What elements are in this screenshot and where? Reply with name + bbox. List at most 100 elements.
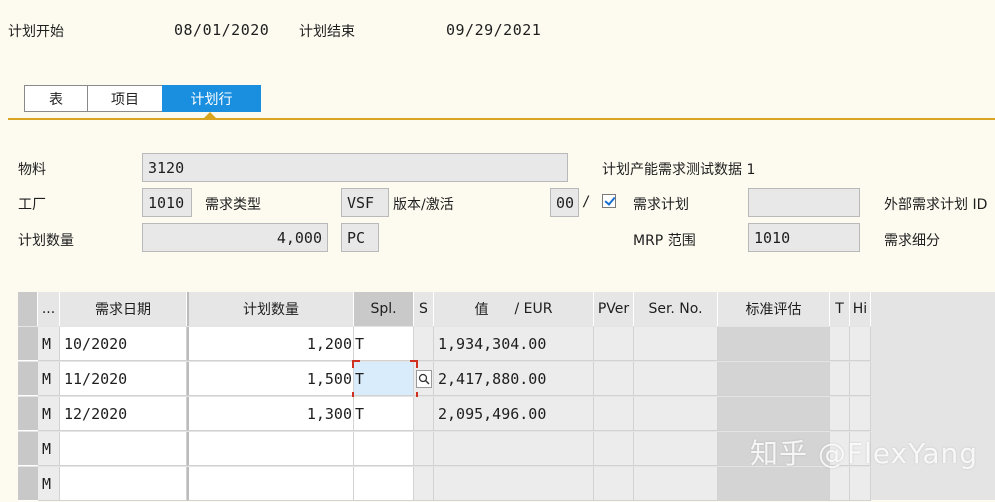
material-label: 物料 <box>18 162 46 178</box>
row-selector[interactable] <box>18 327 38 361</box>
req-date-cell[interactable]: 10/2020 <box>60 327 187 361</box>
column-header-currency: / EUR <box>514 301 553 317</box>
column-header-std-eval[interactable]: 标准评估 <box>718 292 830 326</box>
column-header-spl[interactable]: Spl. <box>354 292 414 326</box>
pver-cell <box>594 467 634 501</box>
t-cell <box>830 397 850 431</box>
plan-qty-cell[interactable]: 1,500 <box>187 362 354 396</box>
row-m-cell: M <box>38 432 60 466</box>
tab-strip: 表 项目 计划行 <box>24 85 261 112</box>
plan-qty-cell[interactable] <box>187 467 354 501</box>
value-cell <box>434 432 594 466</box>
row-selector[interactable] <box>18 467 38 501</box>
column-header-hi[interactable]: Hi <box>850 292 871 326</box>
plant-label: 工厂 <box>18 197 46 213</box>
column-header-req-date[interactable]: 需求日期 <box>60 292 187 326</box>
tab-items[interactable]: 项目 <box>87 85 162 112</box>
t-cell <box>830 327 850 361</box>
material-field[interactable]: 3120 <box>142 153 568 182</box>
req-date-cell[interactable]: 12/2020 <box>60 397 187 431</box>
serno-cell <box>634 467 718 501</box>
column-header-more[interactable]: ... <box>38 292 60 326</box>
t-cell <box>830 362 850 396</box>
version-field[interactable]: 00 <box>550 188 579 217</box>
std-eval-cell <box>718 327 830 361</box>
unit-field[interactable]: PC <box>341 223 379 252</box>
hi-cell <box>850 327 871 361</box>
std-eval-cell <box>718 397 830 431</box>
row-selector[interactable] <box>18 362 38 396</box>
column-header-value-label: 值 <box>474 302 489 318</box>
focus-corner <box>352 360 360 368</box>
hi-cell <box>850 362 871 396</box>
req-type-label: 需求类型 <box>205 197 261 213</box>
plan-qty-field[interactable]: 4,000 <box>142 223 328 252</box>
spl-cell[interactable] <box>354 432 414 466</box>
t-cell <box>830 467 850 501</box>
column-header-pver[interactable]: PVer <box>594 292 634 326</box>
hi-cell <box>850 467 871 501</box>
search-icon[interactable] <box>416 370 432 388</box>
req-date-cell[interactable]: 11/2020 <box>60 362 187 396</box>
plan-start-value: 08/01/2020 <box>174 21 270 39</box>
version-label: 版本/激活 <box>393 197 454 213</box>
plan-qty-cell[interactable]: 1,300 <box>187 397 354 431</box>
column-header-s[interactable]: S <box>414 292 434 326</box>
mrp-area-label: MRP 范围 <box>633 233 696 249</box>
plan-end-label: 计划结束 <box>299 24 355 40</box>
table-row[interactable]: M 12/2020 1,300 T 2,095,496.00 <box>18 397 871 432</box>
std-eval-cell <box>718 362 830 396</box>
value-cell: 2,095,496.00 <box>434 397 594 431</box>
spl-cell[interactable] <box>354 467 414 501</box>
req-detail-label: 需求细分 <box>884 233 940 249</box>
row-selector[interactable] <box>18 397 38 431</box>
table-row[interactable]: M <box>18 432 871 467</box>
select-all-header[interactable] <box>18 292 38 326</box>
req-plan-checkbox[interactable] <box>602 194 616 208</box>
pver-cell <box>594 432 634 466</box>
plan-qty-label: 计划数量 <box>18 233 74 249</box>
spl-cell[interactable]: T <box>354 397 414 431</box>
pver-cell <box>594 397 634 431</box>
value-cell <box>434 467 594 501</box>
row-m-cell: M <box>38 362 60 396</box>
spl-cell-focused[interactable]: T <box>354 362 414 396</box>
focus-corner <box>410 360 418 368</box>
value-cell: 2,417,880.00 <box>434 362 594 396</box>
column-header-t[interactable]: T <box>830 292 850 326</box>
req-plan-field[interactable] <box>748 188 860 217</box>
hi-cell <box>850 397 871 431</box>
tab-table[interactable]: 表 <box>24 85 87 112</box>
serno-cell <box>634 397 718 431</box>
req-type-field[interactable]: VSF <box>341 188 389 217</box>
spl-cell[interactable]: T <box>354 327 414 361</box>
s-cell <box>414 327 434 361</box>
column-header-serno[interactable]: Ser. No. <box>634 292 718 326</box>
pver-cell <box>594 327 634 361</box>
table-row[interactable]: M 10/2020 1,200 T 1,934,304.00 <box>18 327 871 362</box>
material-description: 计划产能需求测试数据 1 <box>602 162 756 178</box>
req-date-cell[interactable] <box>60 467 187 501</box>
s-cell <box>414 397 434 431</box>
std-eval-cell <box>718 467 830 501</box>
serno-cell <box>634 362 718 396</box>
plant-field[interactable]: 1010 <box>142 188 192 217</box>
row-selector[interactable] <box>18 432 38 466</box>
table-row[interactable]: M <box>18 467 871 502</box>
tab-schedule-lines[interactable]: 计划行 <box>162 85 261 112</box>
plan-end-value: 09/29/2021 <box>446 21 542 39</box>
pver-cell <box>594 362 634 396</box>
mrp-area-field[interactable]: 1010 <box>748 223 860 252</box>
value-cell: 1,934,304.00 <box>434 327 594 361</box>
version-separator: / <box>582 194 591 210</box>
req-plan-label: 需求计划 <box>633 197 689 213</box>
serno-cell <box>634 432 718 466</box>
serno-cell <box>634 327 718 361</box>
row-m-cell: M <box>38 327 60 361</box>
column-header-value[interactable]: 值 / EUR <box>434 292 594 326</box>
plan-qty-cell[interactable] <box>187 432 354 466</box>
req-date-cell[interactable] <box>60 432 187 466</box>
table-row[interactable]: M 11/2020 1,500 T 2,417,880.00 <box>18 360 871 400</box>
column-header-plan-qty[interactable]: 计划数量 <box>187 292 354 326</box>
plan-qty-cell[interactable]: 1,200 <box>187 327 354 361</box>
